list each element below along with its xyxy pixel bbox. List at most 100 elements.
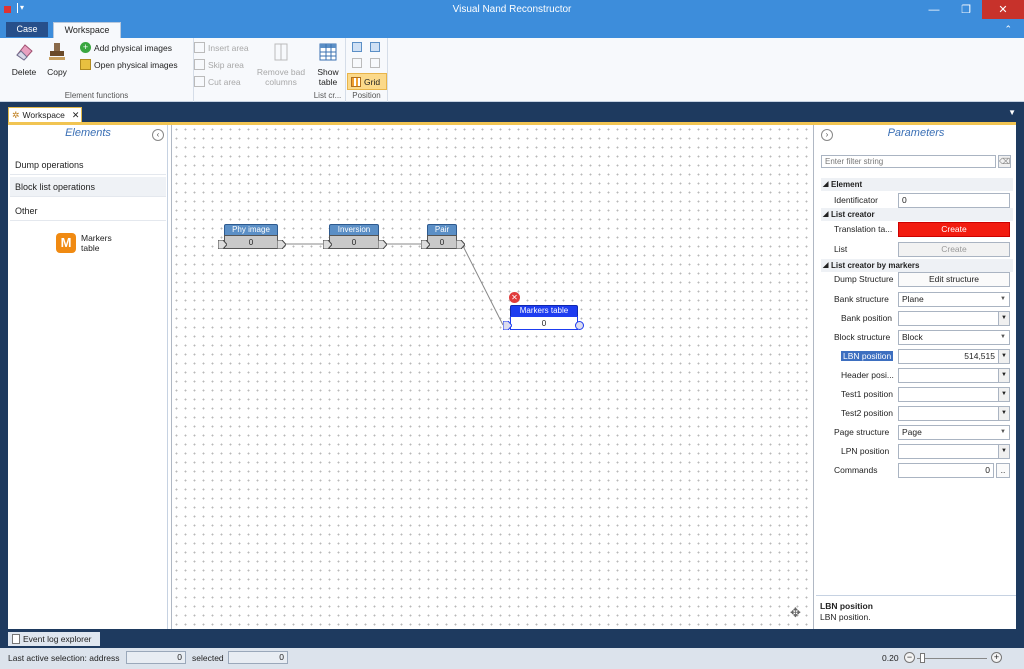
close-button[interactable]: ✕	[982, 0, 1024, 19]
grid-toggle-button[interactable]: Grid	[347, 73, 387, 90]
remove-columns-icon	[274, 43, 288, 61]
title-bar: ▾ Visual Nand Reconstructor — ❐ ✕	[0, 0, 1024, 21]
tab-workspace-document[interactable]: ✲ Workspace ✕	[8, 107, 82, 122]
collapse-section-icon[interactable]: ◢	[823, 178, 828, 191]
markers-table-label-line2: table	[81, 243, 100, 253]
lbn-position-field[interactable]: 514,515 ▼	[898, 349, 1010, 364]
dropdown-button-icon[interactable]: ▼	[998, 312, 1009, 325]
prop-name: Translation ta...	[834, 224, 893, 234]
commands-browse-button[interactable]: ..	[996, 463, 1010, 478]
output-port-icon[interactable]	[277, 240, 286, 249]
close-tab-icon[interactable]: ✕	[72, 110, 80, 121]
filter-input[interactable]: Enter filter string	[821, 155, 996, 168]
prop-list: List Create	[821, 240, 1013, 259]
chevron-down-icon: ▼	[1000, 334, 1006, 340]
ribbon-minimize-icon[interactable]: ⌃	[1004, 24, 1012, 35]
input-port-icon[interactable]	[218, 240, 227, 249]
error-icon[interactable]: ✕	[509, 292, 520, 303]
select-value: Page	[902, 427, 922, 437]
grid-icon	[351, 76, 361, 87]
main-area: Elements ‹ Dump operations Block list op…	[8, 125, 1016, 629]
group-label-list-creation: List cr...	[313, 91, 342, 100]
edit-structure-button[interactable]: Edit structure	[898, 272, 1010, 287]
dropdown-button-icon[interactable]: ▼	[998, 388, 1009, 401]
address-value: 0	[126, 651, 186, 664]
tab-workspace[interactable]: Workspace	[53, 22, 121, 38]
category-dump-operations[interactable]: Dump operations	[10, 155, 166, 175]
node-inversion[interactable]: Inversion 0	[329, 224, 379, 249]
window-title: Visual Nand Reconstructor	[452, 4, 572, 15]
chevron-down-icon: ▼	[1000, 429, 1006, 435]
remove-bad-columns-button[interactable]: Remove bad columns	[254, 41, 308, 87]
identificator-field[interactable]: 0	[898, 193, 1010, 208]
test1-position-field[interactable]: ▼	[898, 387, 1010, 402]
group-element-functions: Delete Copy + Add physical images Open p…	[0, 38, 194, 102]
document-tab-strip: ▼	[0, 102, 1024, 122]
bank-structure-select[interactable]: Plane ▼	[898, 292, 1010, 307]
element-markers-table[interactable]: M Markers table	[56, 233, 112, 253]
tab-event-log-explorer[interactable]: Event log explorer	[8, 632, 100, 646]
stamp-icon	[49, 43, 65, 60]
prop-translation-table: Translation ta... Create	[821, 220, 1013, 239]
input-port-icon[interactable]	[323, 240, 332, 249]
section-element[interactable]: ◢ Element	[821, 178, 1013, 191]
category-other[interactable]: Other	[10, 201, 166, 221]
node-pair[interactable]: Pair 0	[427, 224, 457, 249]
output-port-icon[interactable]	[378, 240, 387, 249]
node-phy-image[interactable]: Phy image 0	[224, 224, 278, 249]
zoom-track[interactable]	[917, 658, 987, 659]
copy-button[interactable]: Copy	[42, 41, 72, 77]
bank-position-field[interactable]: ▼	[898, 311, 1010, 326]
dropdown-button-icon[interactable]: ▼	[998, 350, 1009, 363]
page-structure-select[interactable]: Page ▼	[898, 425, 1010, 440]
markers-table-icon: M	[56, 233, 76, 253]
input-port-icon[interactable]	[421, 240, 430, 249]
dropdown-button-icon[interactable]: ▼	[998, 407, 1009, 420]
maximize-button[interactable]: ❐	[950, 0, 982, 19]
zoom-out-icon[interactable]: −	[904, 652, 915, 663]
output-port-icon[interactable]	[456, 240, 465, 249]
cut-area-button[interactable]: Cut area	[194, 76, 241, 87]
dropdown-button-icon[interactable]: ▼	[998, 369, 1009, 382]
folder-icon	[80, 59, 91, 70]
prop-name: Block structure	[834, 332, 891, 342]
node-value: 0	[427, 235, 457, 249]
open-physical-images-button[interactable]: Open physical images	[80, 59, 178, 70]
align-bottom-icon[interactable]	[370, 58, 380, 68]
input-port-icon[interactable]	[503, 321, 512, 330]
insert-area-button[interactable]: Insert area	[194, 42, 249, 53]
prop-page-structure: Page structure Page ▼	[821, 423, 1013, 442]
zoom-slider-thumb[interactable]	[920, 653, 925, 663]
dropdown-button-icon[interactable]: ▼	[998, 445, 1009, 458]
delete-button[interactable]: Delete	[6, 41, 42, 77]
group-label-position: Position	[352, 91, 381, 100]
category-block-list-operations[interactable]: Block list operations	[10, 177, 166, 197]
add-physical-images-button[interactable]: + Add physical images	[80, 42, 172, 53]
test2-position-field[interactable]: ▼	[898, 406, 1010, 421]
node-title: Phy image	[224, 224, 278, 235]
prop-test2-position: Test2 position ▼	[821, 404, 1013, 423]
list-create-button[interactable]: Create	[898, 242, 1010, 257]
align-top-icon[interactable]	[352, 58, 362, 68]
align-left-icon[interactable]	[352, 42, 362, 52]
translation-table-create-button[interactable]: Create	[898, 222, 1010, 237]
output-port-icon[interactable]	[575, 321, 584, 330]
align-right-icon[interactable]	[370, 42, 380, 52]
show-table-button[interactable]: Show table	[312, 41, 344, 87]
section-label: Element	[831, 180, 863, 189]
pan-icon[interactable]: ✥	[790, 605, 801, 621]
node-markers-table[interactable]: Markers table 0	[510, 305, 578, 330]
header-position-field[interactable]: ▼	[898, 368, 1010, 383]
skip-area-button[interactable]: Skip area	[194, 59, 244, 70]
lpn-position-field[interactable]: ▼	[898, 444, 1010, 459]
tab-list-dropdown-icon[interactable]: ▼	[1008, 108, 1016, 117]
workspace-canvas[interactable]: Phy image 0 Inversion 0 Pair 0 ✕ Markers…	[171, 125, 814, 629]
cut-area-icon	[194, 76, 205, 87]
zoom-in-icon[interactable]: +	[991, 652, 1002, 663]
tab-case[interactable]: Case	[6, 22, 48, 37]
commands-field[interactable]: 0	[898, 463, 994, 478]
collapse-left-icon[interactable]: ‹	[152, 129, 164, 141]
clear-filter-icon[interactable]: ⌫	[998, 155, 1011, 168]
block-structure-select[interactable]: Block ▼	[898, 330, 1010, 345]
minimize-button[interactable]: —	[918, 0, 950, 19]
